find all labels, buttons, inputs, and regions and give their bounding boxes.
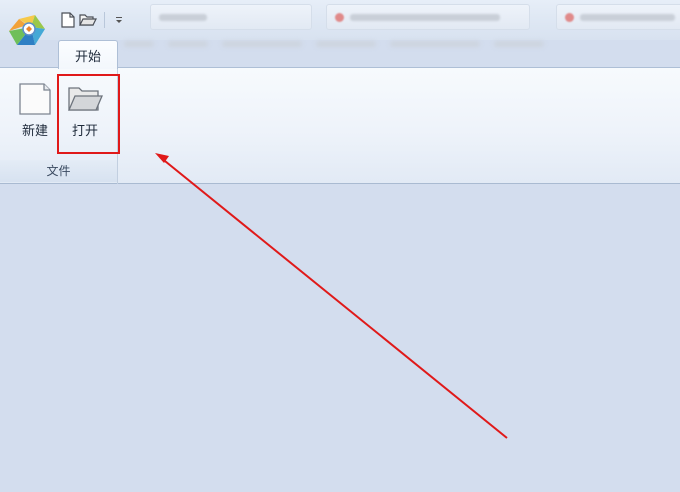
blurred-tab-text bbox=[159, 13, 207, 21]
dropdown-arrow-icon bbox=[116, 17, 122, 23]
blurred-tab-text bbox=[350, 13, 500, 21]
title-bar bbox=[0, 0, 680, 47]
ribbon-panel: 新建 打开 文件 bbox=[0, 67, 680, 184]
qat-separator bbox=[104, 12, 105, 28]
document-tab-2[interactable] bbox=[326, 4, 530, 30]
tab-home[interactable]: 开始 bbox=[58, 40, 118, 69]
qat-open-button[interactable] bbox=[78, 10, 98, 30]
ribbon-tab-strip: 开始 bbox=[0, 40, 680, 69]
app-logo-icon[interactable] bbox=[5, 11, 49, 51]
new-document-icon bbox=[19, 83, 51, 115]
tab-home-label: 开始 bbox=[74, 49, 101, 65]
new-button[interactable]: 新建 bbox=[14, 80, 56, 144]
blurred-tab-text bbox=[579, 13, 675, 21]
new-document-icon bbox=[61, 12, 75, 28]
open-folder-icon bbox=[79, 14, 97, 26]
file-group: 新建 打开 文件 bbox=[0, 68, 120, 184]
open-button-highlight-box bbox=[57, 74, 120, 154]
document-tab-3[interactable] bbox=[556, 4, 680, 30]
document-tab-1[interactable] bbox=[150, 4, 312, 30]
workspace-area[interactable] bbox=[0, 184, 680, 492]
quick-access-toolbar bbox=[58, 9, 125, 31]
new-button-label: 新建 bbox=[21, 124, 48, 139]
document-icon bbox=[335, 12, 344, 22]
document-icon bbox=[565, 12, 574, 22]
qat-new-button[interactable] bbox=[58, 10, 78, 30]
qat-customize-dropdown[interactable] bbox=[113, 10, 125, 30]
file-group-label: 文件 bbox=[0, 160, 117, 182]
